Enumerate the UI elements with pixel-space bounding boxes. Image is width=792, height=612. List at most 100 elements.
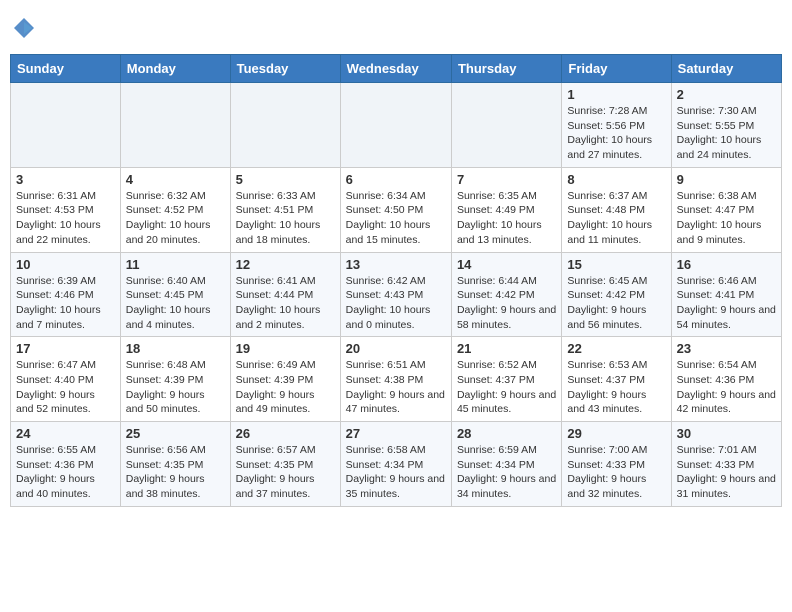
weekday-header-monday: Monday <box>120 55 230 83</box>
calendar-week-1: 1 Sunrise: 7:28 AM Sunset: 5:56 PM Daylig… <box>11 83 782 168</box>
day-number: 11 <box>126 257 225 272</box>
calendar-cell: 7 Sunrise: 6:35 AM Sunset: 4:49 PM Daylig… <box>451 167 561 252</box>
day-number: 9 <box>677 172 776 187</box>
calendar-cell <box>230 83 340 168</box>
day-info: Sunrise: 6:52 AM Sunset: 4:37 PM Dayligh… <box>457 358 556 417</box>
day-info: Sunrise: 6:33 AM Sunset: 4:51 PM Dayligh… <box>236 189 335 248</box>
calendar-cell <box>451 83 561 168</box>
day-info: Sunrise: 7:28 AM Sunset: 5:56 PM Dayligh… <box>567 104 665 163</box>
calendar-cell: 17Sunrise: 6:47 AM Sunset: 4:40 PM Dayli… <box>11 337 121 422</box>
calendar-cell: 26 Sunrise: 6:57 AM Sunset: 4:35 PM Dayli… <box>230 422 340 507</box>
weekday-header-tuesday: Tuesday <box>230 55 340 83</box>
day-number: 6 <box>346 172 446 187</box>
day-info: Sunrise: 6:49 AM Sunset: 4:39 PM Dayligh… <box>236 358 335 417</box>
day-number: 25 <box>126 426 225 441</box>
calendar-cell: 2Sunrise: 7:30 AM Sunset: 5:55 PM Daylig… <box>671 83 781 168</box>
day-number: 22 <box>567 341 665 356</box>
day-info: Sunrise: 7:01 AM Sunset: 4:33 PM Dayligh… <box>677 443 776 502</box>
day-info: Sunrise: 6:42 AM Sunset: 4:43 PM Dayligh… <box>346 274 446 333</box>
day-number: 12 <box>236 257 335 272</box>
calendar-week-3: 10 Sunrise: 6:39 AM Sunset: 4:46 PM Dayli… <box>11 252 782 337</box>
day-info: Sunrise: 6:32 AM Sunset: 4:52 PM Dayligh… <box>126 189 225 248</box>
calendar-cell: 28 Sunrise: 6:59 AM Sunset: 4:34 PM Dayli… <box>451 422 561 507</box>
day-info: Sunrise: 6:46 AM Sunset: 4:41 PM Dayligh… <box>677 274 776 333</box>
calendar-cell <box>120 83 230 168</box>
day-number: 14 <box>457 257 556 272</box>
day-number: 3 <box>16 172 115 187</box>
day-number: 29 <box>567 426 665 441</box>
weekday-header-friday: Friday <box>562 55 671 83</box>
day-info: Sunrise: 6:34 AM Sunset: 4:50 PM Dayligh… <box>346 189 446 248</box>
day-info: Sunrise: 6:41 AM Sunset: 4:44 PM Dayligh… <box>236 274 335 333</box>
calendar-cell: 20 Sunrise: 6:51 AM Sunset: 4:38 PM Dayli… <box>340 337 451 422</box>
day-info: Sunrise: 6:57 AM Sunset: 4:35 PM Dayligh… <box>236 443 335 502</box>
calendar-cell <box>11 83 121 168</box>
day-number: 18 <box>126 341 225 356</box>
day-number: 5 <box>236 172 335 187</box>
day-info: Sunrise: 6:58 AM Sunset: 4:34 PM Dayligh… <box>346 443 446 502</box>
calendar-cell: 13 Sunrise: 6:42 AM Sunset: 4:43 PM Dayli… <box>340 252 451 337</box>
calendar-cell: 22 Sunrise: 6:53 AM Sunset: 4:37 PM Dayli… <box>562 337 671 422</box>
day-info: Sunrise: 6:51 AM Sunset: 4:38 PM Dayligh… <box>346 358 446 417</box>
weekday-header-saturday: Saturday <box>671 55 781 83</box>
header-row: SundayMondayTuesdayWednesdayThursdayFrid… <box>11 55 782 83</box>
calendar-cell: 12 Sunrise: 6:41 AM Sunset: 4:44 PM Dayli… <box>230 252 340 337</box>
weekday-header-wednesday: Wednesday <box>340 55 451 83</box>
calendar-cell: 5 Sunrise: 6:33 AM Sunset: 4:51 PM Daylig… <box>230 167 340 252</box>
day-info: Sunrise: 6:54 AM Sunset: 4:36 PM Dayligh… <box>677 358 776 417</box>
calendar-week-4: 17Sunrise: 6:47 AM Sunset: 4:40 PM Dayli… <box>11 337 782 422</box>
day-number: 24 <box>16 426 115 441</box>
calendar-cell: 25 Sunrise: 6:56 AM Sunset: 4:35 PM Dayli… <box>120 422 230 507</box>
calendar-cell: 19 Sunrise: 6:49 AM Sunset: 4:39 PM Dayli… <box>230 337 340 422</box>
day-info: Sunrise: 6:48 AM Sunset: 4:39 PM Dayligh… <box>126 358 225 417</box>
day-info: Sunrise: 6:31 AM Sunset: 4:53 PM Dayligh… <box>16 189 115 248</box>
day-info: Sunrise: 6:35 AM Sunset: 4:49 PM Dayligh… <box>457 189 556 248</box>
calendar-cell: 10 Sunrise: 6:39 AM Sunset: 4:46 PM Dayli… <box>11 252 121 337</box>
calendar-table: SundayMondayTuesdayWednesdayThursdayFrid… <box>10 54 782 507</box>
day-number: 15 <box>567 257 665 272</box>
day-number: 10 <box>16 257 115 272</box>
calendar-cell: 8 Sunrise: 6:37 AM Sunset: 4:48 PM Daylig… <box>562 167 671 252</box>
calendar-cell: 1 Sunrise: 7:28 AM Sunset: 5:56 PM Daylig… <box>562 83 671 168</box>
calendar-cell: 3 Sunrise: 6:31 AM Sunset: 4:53 PM Daylig… <box>11 167 121 252</box>
day-info: Sunrise: 7:00 AM Sunset: 4:33 PM Dayligh… <box>567 443 665 502</box>
weekday-header-sunday: Sunday <box>11 55 121 83</box>
day-info: Sunrise: 6:44 AM Sunset: 4:42 PM Dayligh… <box>457 274 556 333</box>
calendar-cell: 27 Sunrise: 6:58 AM Sunset: 4:34 PM Dayli… <box>340 422 451 507</box>
day-number: 30 <box>677 426 776 441</box>
calendar-cell: 18 Sunrise: 6:48 AM Sunset: 4:39 PM Dayli… <box>120 337 230 422</box>
calendar-cell: 24Sunrise: 6:55 AM Sunset: 4:36 PM Dayli… <box>11 422 121 507</box>
calendar-cell: 14 Sunrise: 6:44 AM Sunset: 4:42 PM Dayli… <box>451 252 561 337</box>
day-number: 20 <box>346 341 446 356</box>
calendar-cell: 11Sunrise: 6:40 AM Sunset: 4:45 PM Dayli… <box>120 252 230 337</box>
day-number: 13 <box>346 257 446 272</box>
day-number: 28 <box>457 426 556 441</box>
calendar-header: SundayMondayTuesdayWednesdayThursdayFrid… <box>11 55 782 83</box>
logo <box>10 14 40 42</box>
day-info: Sunrise: 6:37 AM Sunset: 4:48 PM Dayligh… <box>567 189 665 248</box>
day-number: 26 <box>236 426 335 441</box>
day-number: 7 <box>457 172 556 187</box>
calendar-cell: 4Sunrise: 6:32 AM Sunset: 4:52 PM Daylig… <box>120 167 230 252</box>
calendar-cell <box>340 83 451 168</box>
calendar-week-5: 24Sunrise: 6:55 AM Sunset: 4:36 PM Dayli… <box>11 422 782 507</box>
day-info: Sunrise: 6:56 AM Sunset: 4:35 PM Dayligh… <box>126 443 225 502</box>
weekday-header-thursday: Thursday <box>451 55 561 83</box>
day-info: Sunrise: 6:59 AM Sunset: 4:34 PM Dayligh… <box>457 443 556 502</box>
day-number: 19 <box>236 341 335 356</box>
day-info: Sunrise: 6:39 AM Sunset: 4:46 PM Dayligh… <box>16 274 115 333</box>
day-number: 23 <box>677 341 776 356</box>
day-number: 27 <box>346 426 446 441</box>
header <box>10 10 782 46</box>
calendar-cell: 16 Sunrise: 6:46 AM Sunset: 4:41 PM Dayli… <box>671 252 781 337</box>
calendar-body: 1 Sunrise: 7:28 AM Sunset: 5:56 PM Daylig… <box>11 83 782 507</box>
day-info: Sunrise: 6:38 AM Sunset: 4:47 PM Dayligh… <box>677 189 776 248</box>
day-info: Sunrise: 6:53 AM Sunset: 4:37 PM Dayligh… <box>567 358 665 417</box>
day-number: 1 <box>567 87 665 102</box>
day-number: 16 <box>677 257 776 272</box>
day-info: Sunrise: 6:47 AM Sunset: 4:40 PM Dayligh… <box>16 358 115 417</box>
day-info: Sunrise: 6:45 AM Sunset: 4:42 PM Dayligh… <box>567 274 665 333</box>
calendar-cell: 9 Sunrise: 6:38 AM Sunset: 4:47 PM Daylig… <box>671 167 781 252</box>
calendar-cell: 15 Sunrise: 6:45 AM Sunset: 4:42 PM Dayli… <box>562 252 671 337</box>
day-number: 8 <box>567 172 665 187</box>
